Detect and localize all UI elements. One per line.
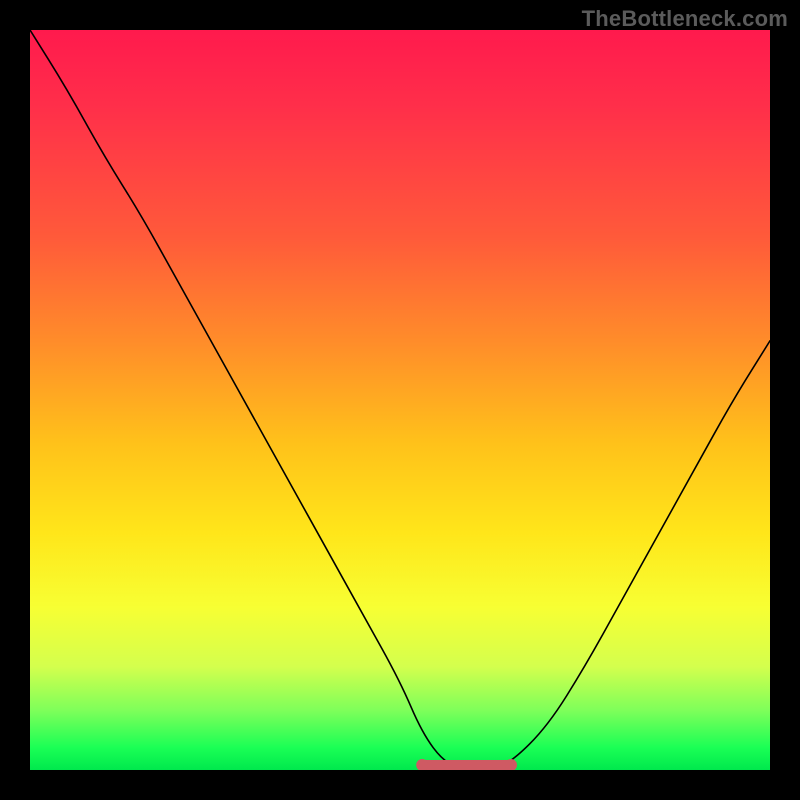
chart-frame: TheBottleneck.com [0,0,800,800]
curve-layer [30,30,770,770]
watermark-text: TheBottleneck.com [582,6,788,32]
bottleneck-curve [30,30,770,770]
plot-area [30,30,770,770]
